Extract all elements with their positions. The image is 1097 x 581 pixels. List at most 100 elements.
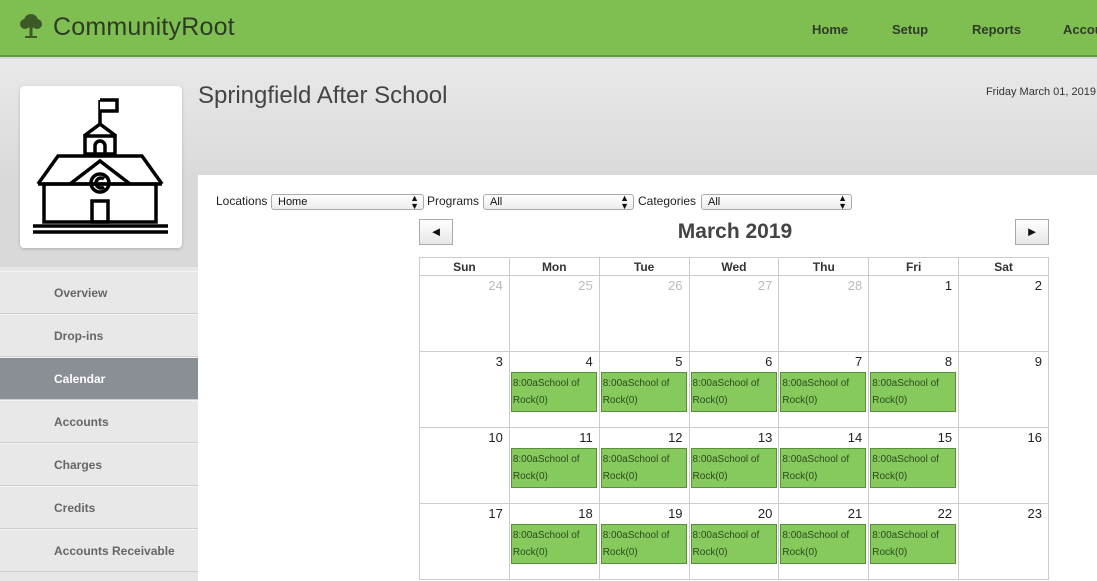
calendar-day-cell[interactable]: 10 [419, 427, 510, 504]
calendar-day-cell[interactable]: 7 8:00aSchool of Rock(0) [778, 351, 870, 428]
day-number: 6 [765, 354, 773, 369]
calendar-day-cell[interactable]: 27 [688, 275, 780, 352]
sidebar-item-accounts-receivable[interactable]: Accounts Receivable [0, 529, 198, 572]
calendar-day-cell[interactable]: 20 8:00aSchool of Rock(0) [688, 503, 780, 580]
calendar-day-cell[interactable]: 16 [958, 427, 1049, 504]
day-number: 19 [668, 506, 683, 521]
current-date: Friday March 01, 2019 [985, 86, 1096, 98]
calendar-day-cell[interactable]: 3 [419, 351, 510, 428]
school-building-icon [33, 98, 168, 234]
calendar-event[interactable]: 8:00aSchool of Rock(0) [870, 448, 957, 488]
day-number: 12 [668, 430, 683, 445]
weekday-header: Sat [958, 257, 1049, 276]
sidebar-item-accounts[interactable]: Accounts [0, 400, 198, 443]
sidebar-item-overview[interactable]: Overview [0, 271, 198, 314]
day-number: 2 [1034, 278, 1042, 293]
weekday-header: Fri [868, 257, 960, 276]
organization-logo [20, 86, 182, 248]
nav-reports[interactable]: Reports [972, 22, 1021, 37]
calendar-day-cell[interactable]: 5 8:00aSchool of Rock(0) [598, 351, 690, 428]
calendar-event[interactable]: 8:00aSchool of Rock(0) [690, 372, 777, 412]
day-number: 8 [944, 354, 953, 369]
day-number: 13 [757, 430, 773, 445]
calendar-event[interactable]: 8:00aSchool of Rock(0) [510, 372, 597, 412]
categories-select[interactable]: All ▲ ▼ [701, 194, 852, 211]
calendar-day-cell[interactable]: 2 [958, 275, 1049, 352]
prev-month-button[interactable]: ◄ [419, 219, 453, 245]
sidebar: Overview Drop-ins Calendar Accounts Char… [0, 267, 198, 581]
calendar-day-cell[interactable]: 13 8:00aSchool of Rock(0) [688, 427, 780, 504]
select-arrows-icon: ▲ ▼ [410, 193, 419, 211]
calendar-event[interactable]: 8:00aSchool of Rock(0) [780, 524, 867, 564]
calendar-day-cell[interactable]: 18 8:00aSchool of Rock(0) [508, 503, 600, 580]
day-number: 24 [488, 278, 503, 293]
calendar-day-cell[interactable]: 17 [419, 503, 510, 580]
calendar-event[interactable]: 8:00aSchool of Rock(0) [690, 448, 777, 488]
calendar-day-cell[interactable]: 24 [419, 275, 510, 352]
nav-setup[interactable]: Setup [892, 22, 928, 37]
calendar-grid: Sun Mon Tue Wed Thu Fri Sat 24 25 26 27 28 1 2 3 4 8:00… [419, 257, 1049, 580]
calendar-event[interactable]: 8:00aSchool of Rock(0) [510, 448, 597, 488]
categories-label: Categories [638, 194, 697, 208]
day-number: 1 [944, 278, 953, 293]
day-number: 3 [495, 354, 503, 369]
calendar-day-cell[interactable]: 11 8:00aSchool of Rock(0) [508, 427, 600, 504]
calendar-day-cell[interactable]: 23 [958, 503, 1049, 580]
sidebar-item-credits[interactable]: Credits [0, 486, 198, 529]
sidebar-item-drop-ins[interactable]: Drop-ins [0, 314, 198, 357]
calendar-event[interactable]: 8:00aSchool of Rock(0) [870, 524, 957, 564]
calendar-day-cell[interactable]: 1 [868, 275, 960, 352]
programs-label: Programs [427, 194, 480, 208]
calendar-day-cell[interactable]: 14 8:00aSchool of Rock(0) [778, 427, 870, 504]
sidebar-item-charges[interactable]: Charges [0, 443, 198, 486]
calendar-event[interactable]: 8:00aSchool of Rock(0) [510, 524, 597, 564]
programs-select-value: All [490, 196, 503, 208]
day-number: 14 [847, 430, 863, 445]
next-month-button[interactable]: ► [1015, 219, 1049, 245]
day-number: 23 [1027, 506, 1042, 521]
locations-select-value: Home [278, 196, 308, 208]
weekday-header: Tue [598, 257, 690, 276]
nav-home[interactable]: Home [812, 22, 848, 37]
calendar-day-cell[interactable]: 6 8:00aSchool of Rock(0) [688, 351, 780, 428]
calendar-event[interactable]: 8:00aSchool of Rock(0) [600, 448, 687, 488]
sidebar-item-calendar[interactable]: Calendar [0, 357, 198, 400]
select-arrows-icon: ▲ ▼ [620, 193, 629, 211]
calendar-day-cell[interactable]: 19 8:00aSchool of Rock(0) [598, 503, 690, 580]
weekday-header: Sun [419, 257, 510, 276]
day-number: 4 [585, 354, 593, 369]
calendar-event[interactable]: 8:00aSchool of Rock(0) [870, 372, 957, 412]
calendar-day-cell[interactable]: 26 [598, 275, 690, 352]
day-number: 28 [847, 278, 863, 293]
weekday-header: Thu [778, 257, 870, 276]
calendar-day-cell[interactable]: 21 8:00aSchool of Rock(0) [778, 503, 870, 580]
calendar-event[interactable]: 8:00aSchool of Rock(0) [780, 448, 867, 488]
nav-accounts[interactable]: Accou [1063, 22, 1097, 37]
calendar-event[interactable]: 8:00aSchool of Rock(0) [780, 372, 867, 412]
calendar-day-cell[interactable]: 25 [508, 275, 600, 352]
brand-name[interactable]: CommunityRoot [53, 13, 235, 42]
day-number: 17 [488, 506, 503, 521]
calendar-week-row: 24 25 26 27 28 1 2 [419, 275, 1049, 352]
calendar-day-cell[interactable]: 9 [958, 351, 1049, 428]
day-number: 20 [757, 506, 773, 521]
categories-select-value: All [708, 196, 721, 208]
day-number: 22 [937, 506, 953, 521]
tree-logo-icon [20, 14, 42, 38]
day-number: 18 [578, 506, 593, 521]
calendar-day-cell[interactable]: 22 8:00aSchool of Rock(0) [868, 503, 960, 580]
calendar-event[interactable]: 8:00aSchool of Rock(0) [600, 524, 687, 564]
day-number: 7 [854, 354, 863, 369]
day-number: 10 [488, 430, 503, 445]
programs-select[interactable]: All ▲ ▼ [483, 193, 634, 211]
calendar-event[interactable]: 8:00aSchool of Rock(0) [600, 372, 687, 412]
calendar-event[interactable]: 8:00aSchool of Rock(0) [690, 524, 777, 564]
calendar-day-cell[interactable]: 8 8:00aSchool of Rock(0) [868, 351, 960, 428]
locations-select[interactable]: Home ▲ ▼ [271, 193, 424, 211]
calendar-day-cell[interactable]: 15 8:00aSchool of Rock(0) [868, 427, 960, 504]
day-number: 25 [578, 278, 593, 293]
calendar-day-cell[interactable]: 12 8:00aSchool of Rock(0) [598, 427, 690, 504]
calendar-day-cell[interactable]: 28 [778, 275, 870, 352]
day-number: 26 [668, 278, 683, 293]
calendar-day-cell[interactable]: 4 8:00aSchool of Rock(0) [508, 351, 600, 428]
